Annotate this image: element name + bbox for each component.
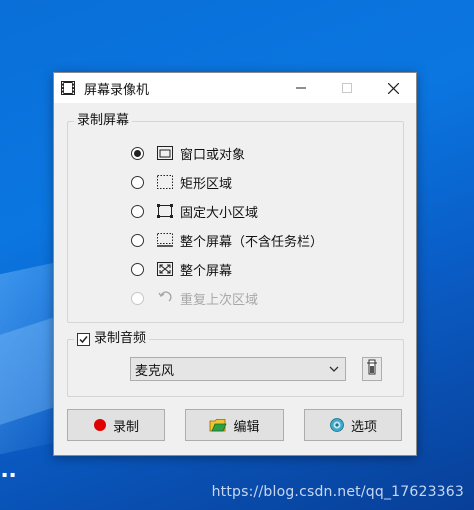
window-controls bbox=[278, 73, 416, 103]
option-label: 整个屏幕 bbox=[180, 263, 233, 279]
option-label: 窗口或对象 bbox=[180, 147, 246, 163]
radio-full-screen[interactable] bbox=[131, 262, 144, 276]
maximize-icon bbox=[342, 83, 352, 93]
volume-level-button[interactable] bbox=[362, 357, 382, 381]
radio-screen-without-taskbar[interactable] bbox=[131, 233, 144, 247]
option-label: 矩形区域 bbox=[180, 176, 233, 192]
options-button-label: 选项 bbox=[350, 419, 377, 435]
option-label: 固定大小区域 bbox=[180, 205, 259, 221]
chevron-down-icon bbox=[329, 363, 339, 378]
record-screen-group: 录制屏幕 窗口或对象 矩形区域 固定大小区域 整个屏幕（不含任务栏） 整个屏幕 … bbox=[67, 113, 404, 323]
option-label: 整个屏幕（不含任务栏） bbox=[180, 234, 324, 250]
fullscreen-icon bbox=[156, 261, 174, 277]
record-audio-checkbox[interactable] bbox=[77, 332, 90, 346]
screen-recorder-window: 屏幕录像机 录制屏幕 窗口或对象 矩形区域 固定大小区域 整个屏幕（不含任务栏）… bbox=[53, 72, 417, 456]
gear-icon bbox=[329, 417, 345, 433]
repeat-icon bbox=[156, 290, 174, 306]
window-title: 屏幕录像机 bbox=[84, 82, 150, 98]
option-label: 重复上次区域 bbox=[180, 292, 259, 308]
minimize-icon bbox=[296, 87, 306, 89]
edit-button-label: 编辑 bbox=[233, 419, 260, 435]
option-rectangle-area[interactable]: 矩形区域 bbox=[131, 172, 232, 192]
audio-device-select[interactable]: 麦克风 bbox=[130, 357, 346, 381]
desktop-dots: ▪ ▪ bbox=[2, 470, 16, 479]
radio-fixed-size-area[interactable] bbox=[131, 204, 144, 218]
record-button-label: 录制 bbox=[112, 419, 139, 435]
option-repeat-last-area[interactable]: 重复上次区域 bbox=[131, 288, 258, 308]
radio-window-or-object[interactable] bbox=[131, 146, 144, 160]
record-button[interactable]: 录制 bbox=[67, 409, 165, 441]
audio-device-value: 麦克风 bbox=[135, 363, 175, 379]
title-bar[interactable]: 屏幕录像机 bbox=[54, 73, 416, 103]
film-icon bbox=[60, 80, 76, 96]
maximize-button[interactable] bbox=[324, 73, 370, 103]
dotted-rect-icon bbox=[156, 174, 174, 190]
close-button[interactable] bbox=[370, 73, 416, 103]
desktop: ▪ ▪ https://blog.csdn.net/qq_17623363 屏幕… bbox=[0, 0, 474, 510]
edit-button[interactable]: 编辑 bbox=[185, 409, 284, 441]
option-window-or-object[interactable]: 窗口或对象 bbox=[131, 143, 245, 163]
watermark: https://blog.csdn.net/qq_17623363 bbox=[211, 484, 464, 500]
record-audio-label: 录制音频 bbox=[94, 331, 147, 346]
record-dot-icon bbox=[93, 418, 107, 432]
minimize-button[interactable] bbox=[278, 73, 324, 103]
fixed-rect-icon bbox=[156, 203, 174, 219]
edit-folder-icon bbox=[209, 417, 228, 433]
window-icon bbox=[156, 145, 174, 161]
radio-repeat-last-area[interactable] bbox=[131, 291, 144, 305]
close-icon bbox=[387, 82, 399, 94]
options-button[interactable]: 选项 bbox=[304, 409, 402, 441]
checkmark-icon bbox=[79, 335, 88, 343]
option-fixed-size-area[interactable]: 固定大小区域 bbox=[131, 201, 258, 221]
record-audio-legend[interactable]: 录制音频 bbox=[74, 331, 150, 347]
record-screen-legend: 录制屏幕 bbox=[74, 113, 133, 129]
option-full-screen[interactable]: 整个屏幕 bbox=[131, 259, 232, 279]
radio-rectangle-area[interactable] bbox=[131, 175, 144, 189]
option-screen-without-taskbar[interactable]: 整个屏幕（不含任务栏） bbox=[131, 230, 323, 250]
volume-meter-icon bbox=[366, 358, 378, 380]
screen-no-taskbar-icon bbox=[156, 232, 174, 248]
